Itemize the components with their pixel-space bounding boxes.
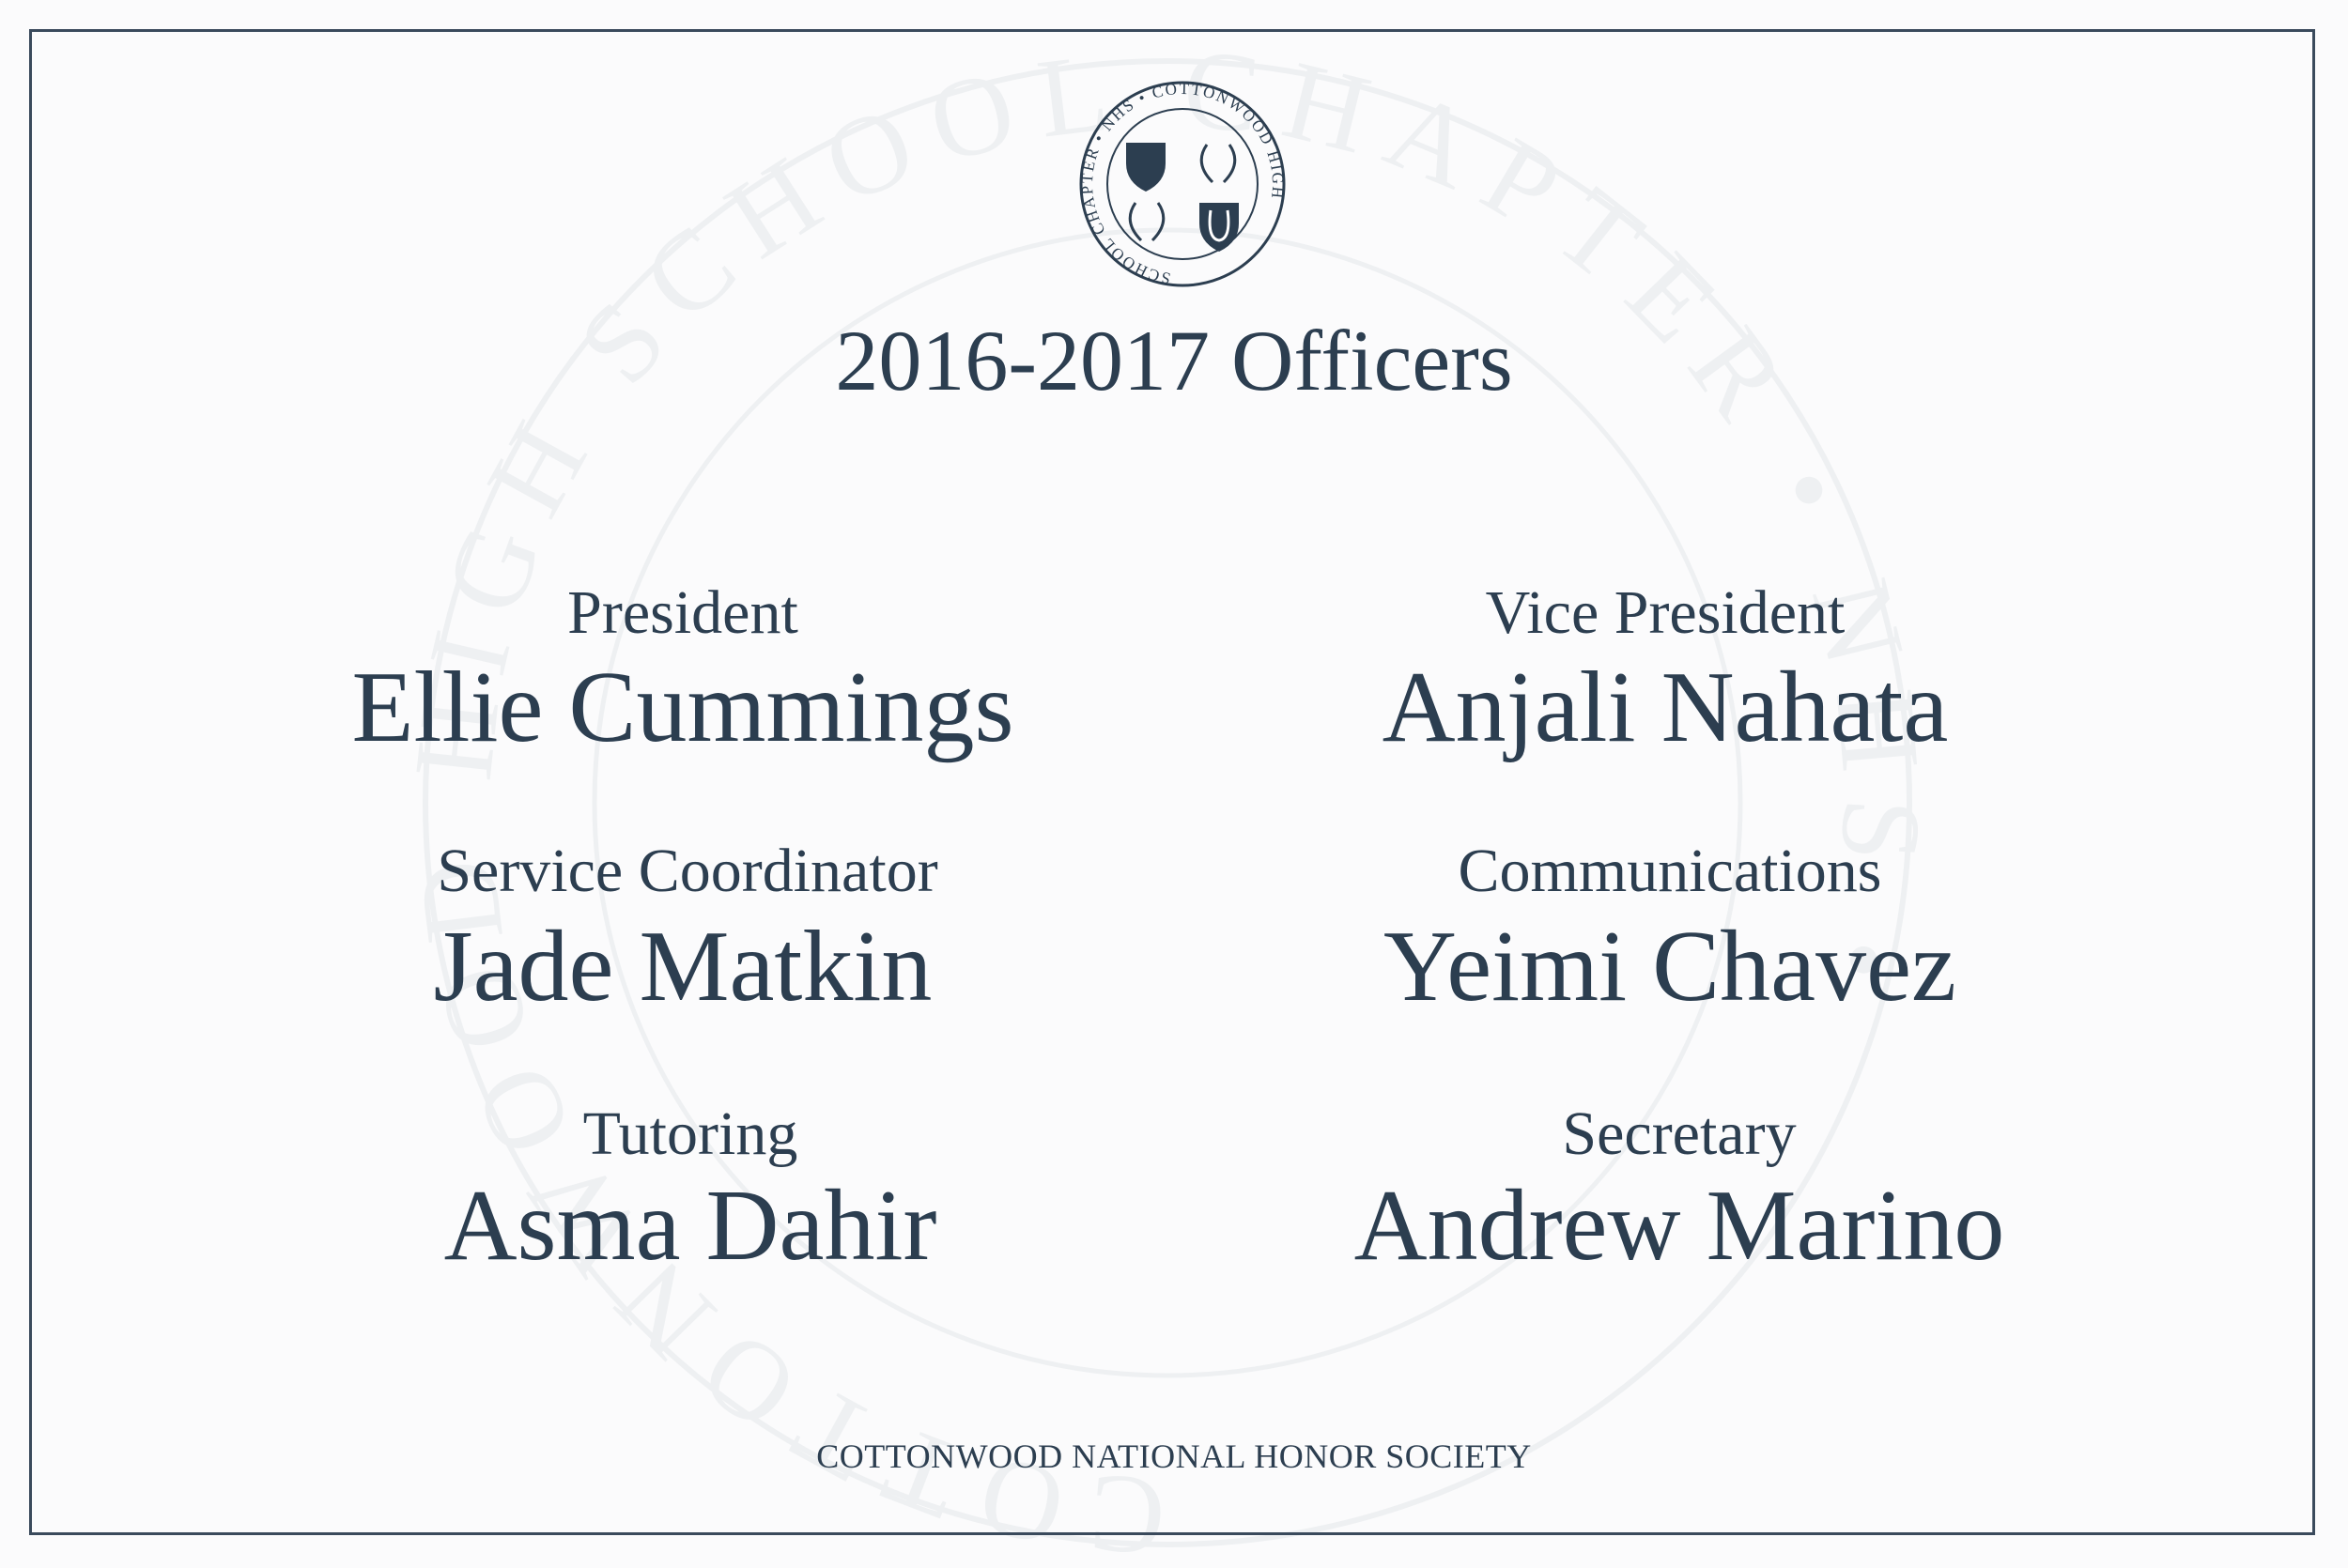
footer-organization: COTTONWOOD NATIONAL HONOR SOCIETY [816,1437,1532,1475]
officer-name: Asma Dahir [443,1170,937,1282]
svg-text:SCHOOL CHAPTER • NHS • COTTONW: SCHOOL CHAPTER • NHS • COTTONWOOD HIGH [1078,80,1287,287]
horseshoe-shield-icon [1199,203,1239,252]
officer-name: Anjali Nahata [1382,652,1949,763]
officer-role: Secretary [1562,1099,1797,1168]
officer-role: President [567,578,798,647]
page-title: 2016-2017 Officers [835,313,1513,408]
nhs-seal-logo: SCHOOL CHAPTER • NHS • COTTONWOOD HIGH [1078,80,1287,287]
officer-role: Vice President [1485,578,1846,647]
officer-name: Ellie Cummings [351,652,1014,763]
officer-role: Tutoring [582,1099,798,1168]
laurel-icon [1199,144,1237,184]
officer-role: Service Coordinator [437,837,938,905]
officer-name: Jade Matkin [433,911,933,1022]
officer-name: Andrew Marino [1353,1170,2005,1282]
laurel-icon [1128,202,1166,242]
horse-shield-icon [1126,143,1166,192]
officer-name: Yeimi Chavez [1383,911,1956,1022]
officer-role: Communications [1458,837,1882,905]
